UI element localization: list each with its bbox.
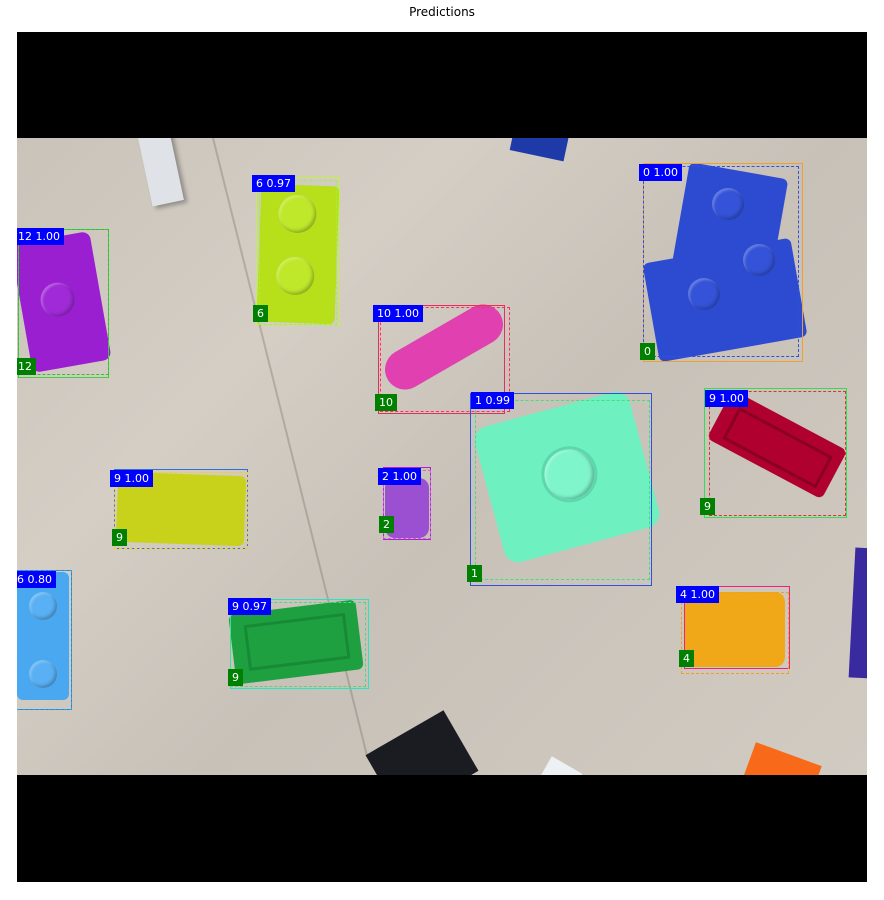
gt-box-4 [475, 400, 650, 580]
class-label-7: 2 [379, 516, 394, 533]
black-brick-bottom [365, 710, 479, 775]
purple-brick-edge [848, 547, 867, 679]
gt-box-5 [709, 391, 846, 516]
score-label-8: 6 0.80 [17, 571, 56, 588]
score-label-10: 4 1.00 [676, 586, 719, 603]
gt-box-8 [17, 570, 72, 710]
white-brick-bottom [536, 756, 583, 775]
gt-box-0 [643, 166, 799, 357]
navy-brick-top [509, 138, 570, 162]
class-label-9: 9 [228, 669, 243, 686]
class-label-4: 1 [467, 565, 482, 582]
score-label-2: 12 1.00 [17, 228, 64, 245]
gray-brick [138, 138, 184, 207]
gt-box-2 [18, 229, 109, 375]
class-label-0: 0 [640, 343, 655, 360]
score-label-4: 1 0.99 [471, 392, 514, 409]
score-label-9: 9 0.97 [228, 598, 271, 615]
class-label-2: 12 [17, 358, 36, 375]
orange-brick-bottom [742, 742, 822, 775]
class-label-1: 6 [253, 305, 268, 322]
score-label-5: 9 1.00 [705, 390, 748, 407]
score-label-6: 9 1.00 [110, 470, 153, 487]
class-label-3: 10 [375, 394, 397, 411]
figure-title: Predictions [409, 5, 475, 19]
class-label-5: 9 [700, 498, 715, 515]
class-label-6: 9 [112, 529, 127, 546]
score-label-1: 6 0.97 [252, 175, 295, 192]
score-label-0: 0 1.00 [639, 164, 682, 181]
class-label-10: 4 [679, 650, 694, 667]
score-label-7: 2 1.00 [378, 468, 421, 485]
gt-box-10 [681, 592, 789, 674]
image-frame: 0 1.00 0 6 0.97 6 12 1.00 12 10 1.00 10 … [17, 32, 867, 882]
gt-box-1 [259, 180, 337, 325]
score-label-3: 10 1.00 [373, 305, 423, 322]
